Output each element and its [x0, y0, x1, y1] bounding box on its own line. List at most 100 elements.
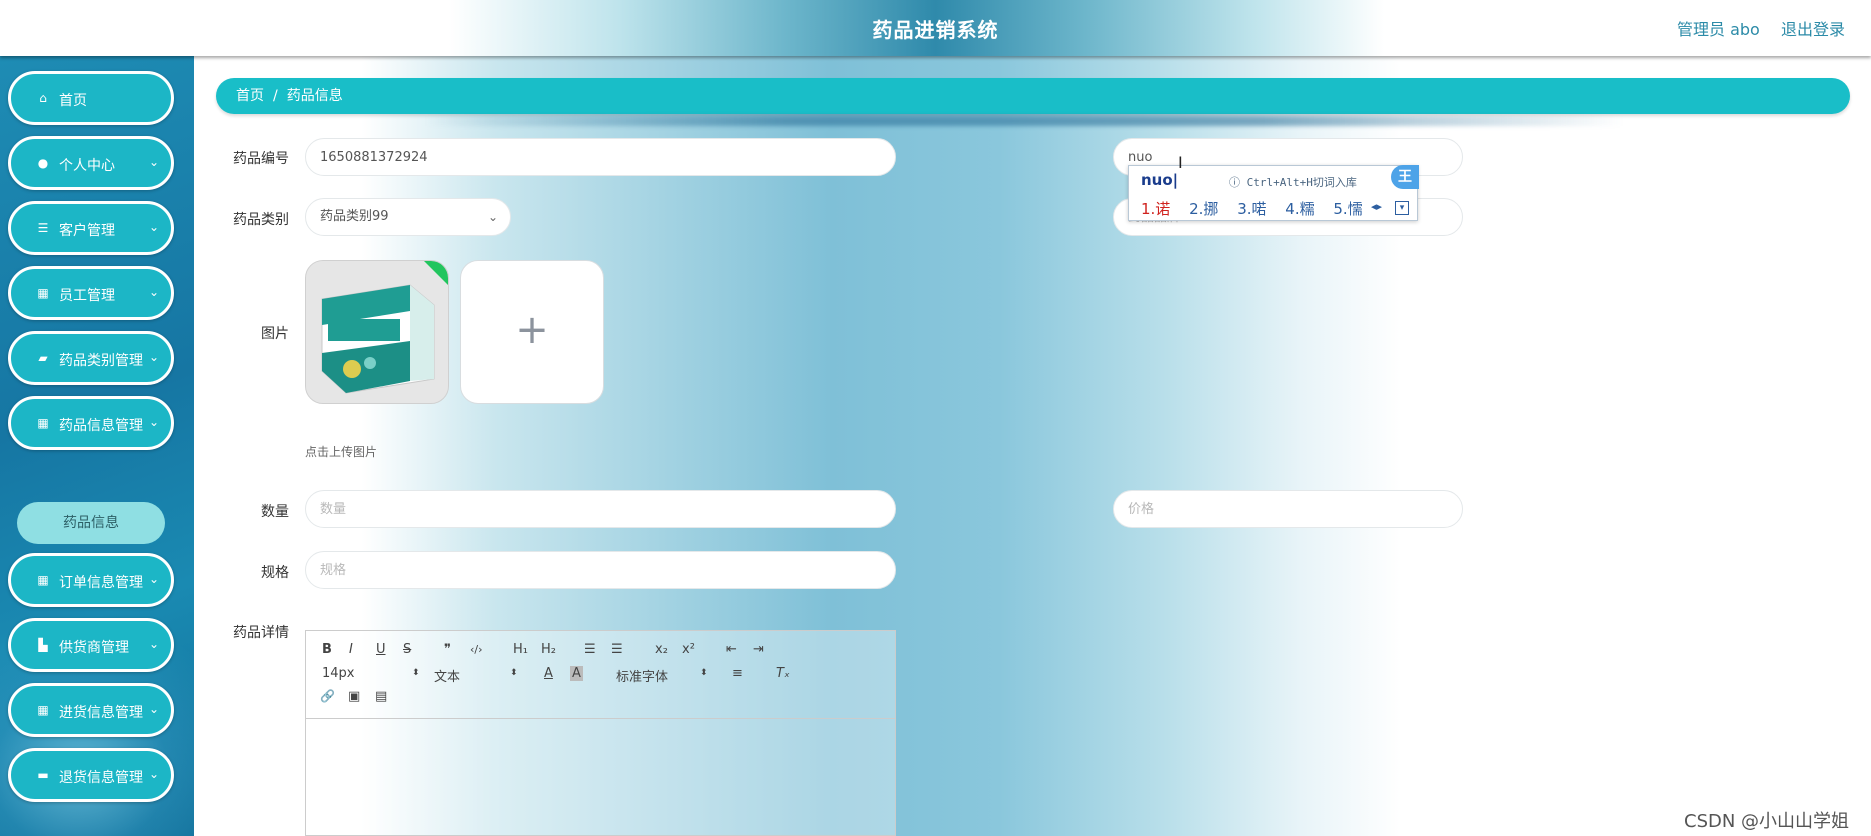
- breadcrumb-separator: /: [273, 88, 278, 104]
- ime-candidate-popup: nuo| ⓘ Ctrl+Alt+H切词入库 王 1.诺 2.挪 3.喏 4.糯 …: [1128, 165, 1419, 221]
- quantity-label: 数量: [261, 504, 289, 520]
- chart-icon: ▙: [38, 638, 48, 652]
- main-content: 首页/药品信息 药品编号 药品名称 药品类别 药品类别99 ⌄ 药品品牌 图片 …: [194, 56, 1871, 836]
- ime-candidate[interactable]: 5.懦: [1333, 200, 1362, 218]
- sidebar-item-suppliers[interactable]: ▙ 供货商管理 ⌄: [8, 618, 174, 672]
- sidebar-item-home[interactable]: ⌂ 首页: [8, 71, 174, 125]
- grid-icon: ▦: [37, 286, 49, 300]
- code-label: 药品编号: [233, 151, 289, 167]
- text-style-select[interactable]: 文本 ⬍: [434, 666, 518, 685]
- user-name-link[interactable]: 管理员 abo: [1677, 16, 1760, 40]
- bullet-list-button[interactable]: ☰: [611, 642, 623, 657]
- video-button[interactable]: ▤: [375, 689, 387, 704]
- sidebar-item-label: 药品类别管理: [59, 353, 143, 369]
- price-input[interactable]: [1113, 490, 1463, 528]
- font-size-value: 14px: [322, 666, 355, 681]
- chevron-down-icon: ⌄: [148, 415, 159, 429]
- rich-text-editor: B I U S ❞ ‹/› H₁ H₂ ☰ ☰ x₂ x² ⇤ ⇥ 14px ⬍…: [305, 630, 896, 836]
- sidebar-item-label: 进货信息管理: [59, 705, 143, 721]
- sidebar-item-label: 首页: [59, 93, 87, 109]
- ime-hint: ⓘ Ctrl+Alt+H切词入库: [1229, 176, 1357, 189]
- sidebar-item-orders[interactable]: ▦ 订单信息管理 ⌄: [8, 553, 174, 607]
- chevron-down-icon: ⌄: [487, 210, 498, 224]
- top-header: 药品进销系统 管理员 abo 退出登录: [0, 0, 1871, 56]
- align-button[interactable]: ≡: [732, 666, 743, 681]
- sidebar-item-label: 退货信息管理: [59, 770, 143, 786]
- app-title: 药品进销系统: [872, 18, 999, 42]
- image-button[interactable]: ▣: [348, 689, 360, 704]
- font-size-select[interactable]: 14px ⬍: [322, 666, 420, 684]
- subscript-button[interactable]: x₂: [655, 642, 668, 657]
- detail-label: 药品详情: [233, 625, 289, 641]
- font-family-select[interactable]: 标准字体 ⬍: [616, 666, 708, 685]
- ime-expand-icon[interactable]: ▾: [1395, 201, 1409, 215]
- ime-typed-text: nuo|: [1141, 171, 1179, 189]
- h1-button[interactable]: H₁: [513, 642, 528, 657]
- background-color-button[interactable]: A: [570, 666, 583, 681]
- sidebar-item-label: 个人中心: [59, 158, 115, 174]
- indent-button[interactable]: ⇥: [753, 642, 764, 657]
- home-icon: ⌂: [39, 91, 47, 105]
- submenu-item-drug-info[interactable]: 药品信息: [17, 502, 165, 544]
- outdent-button[interactable]: ⇤: [726, 642, 737, 657]
- sidebar-item-profile[interactable]: ● 个人中心 ⌄: [8, 136, 174, 190]
- cylinder-icon: ▬: [37, 768, 49, 782]
- sliders-icon: ☰: [37, 221, 49, 235]
- sidebar: ⌂ 首页 ● 个人中心 ⌄ ☰ 客户管理 ⌄ ▦ 员工管理 ⌄ ▰ 药品类别管理…: [0, 56, 194, 836]
- strike-button[interactable]: S: [403, 642, 411, 657]
- editor-content-area[interactable]: [306, 720, 895, 835]
- sidebar-item-drug-info[interactable]: ▦ 药品信息管理 ⌄: [8, 396, 174, 450]
- ime-candidate[interactable]: 1.诺: [1141, 200, 1170, 218]
- logout-link[interactable]: 退出登录: [1781, 16, 1845, 40]
- category-select[interactable]: 药品类别99 ⌄: [305, 198, 511, 236]
- clear-format-button[interactable]: Tₓ: [776, 666, 790, 681]
- spec-input[interactable]: [305, 551, 896, 589]
- breadcrumb-shadow: [424, 116, 1624, 126]
- chevron-down-icon: ⌄: [148, 155, 159, 169]
- spec-label: 规格: [261, 565, 289, 581]
- sidebar-item-returns[interactable]: ▬ 退货信息管理 ⌄: [8, 748, 174, 802]
- chevron-down-icon: ⌄: [148, 220, 159, 234]
- grid-icon: ▦: [37, 703, 49, 717]
- ime-logo-icon: 王: [1391, 165, 1419, 189]
- h2-button[interactable]: H₂: [541, 642, 556, 657]
- category-select-value: 药品类别99: [320, 209, 389, 224]
- chevron-down-icon: ⌄: [148, 767, 159, 781]
- superscript-button[interactable]: x²: [682, 642, 695, 657]
- chat-icon: ▰: [38, 351, 48, 365]
- breadcrumb-home[interactable]: 首页: [236, 88, 264, 104]
- quote-button[interactable]: ❞: [444, 642, 451, 657]
- drug-box-image: [306, 261, 448, 403]
- code-input[interactable]: [305, 138, 896, 176]
- chevron-down-icon: ⌄: [148, 702, 159, 716]
- ime-page-arrows-icon[interactable]: ◂▸: [1371, 200, 1382, 213]
- sidebar-item-drug-category[interactable]: ▰ 药品类别管理 ⌄: [8, 331, 174, 385]
- ime-candidate[interactable]: 2.挪: [1189, 200, 1218, 218]
- code-block-button[interactable]: ‹/›: [470, 643, 483, 656]
- user-icon: ●: [37, 156, 49, 170]
- breadcrumb: 首页 / 药品信息: [216, 78, 1850, 114]
- uploaded-image-thumbnail[interactable]: [305, 260, 449, 404]
- sidebar-item-customers[interactable]: ☰ 客户管理 ⌄: [8, 201, 174, 255]
- text-style-value: 文本: [434, 670, 461, 685]
- sidebar-item-purchases[interactable]: ▦ 进货信息管理 ⌄: [8, 683, 174, 737]
- chevron-down-icon: ⌄: [148, 637, 159, 651]
- select-arrows-icon: ⬍: [412, 668, 420, 678]
- breadcrumb-current: 药品信息: [286, 88, 343, 104]
- upload-add-button[interactable]: +: [460, 260, 604, 404]
- grid-icon: ▦: [37, 573, 49, 587]
- italic-button[interactable]: I: [349, 642, 353, 657]
- bold-button[interactable]: B: [322, 642, 332, 657]
- image-label: 图片: [261, 326, 289, 342]
- ordered-list-button[interactable]: ☰: [584, 642, 596, 657]
- underline-button[interactable]: U: [376, 642, 386, 657]
- font-color-button[interactable]: A: [544, 666, 553, 681]
- upload-tip: 点击上传图片: [305, 445, 378, 459]
- ime-candidate[interactable]: 4.糯: [1285, 200, 1314, 218]
- grid-icon: ▦: [37, 416, 49, 430]
- quantity-input[interactable]: [305, 490, 896, 528]
- ime-candidate[interactable]: 3.喏: [1237, 200, 1266, 218]
- sidebar-item-staff[interactable]: ▦ 员工管理 ⌄: [8, 266, 174, 320]
- chevron-down-icon: ⌄: [148, 350, 159, 364]
- link-button[interactable]: 🔗: [320, 689, 335, 703]
